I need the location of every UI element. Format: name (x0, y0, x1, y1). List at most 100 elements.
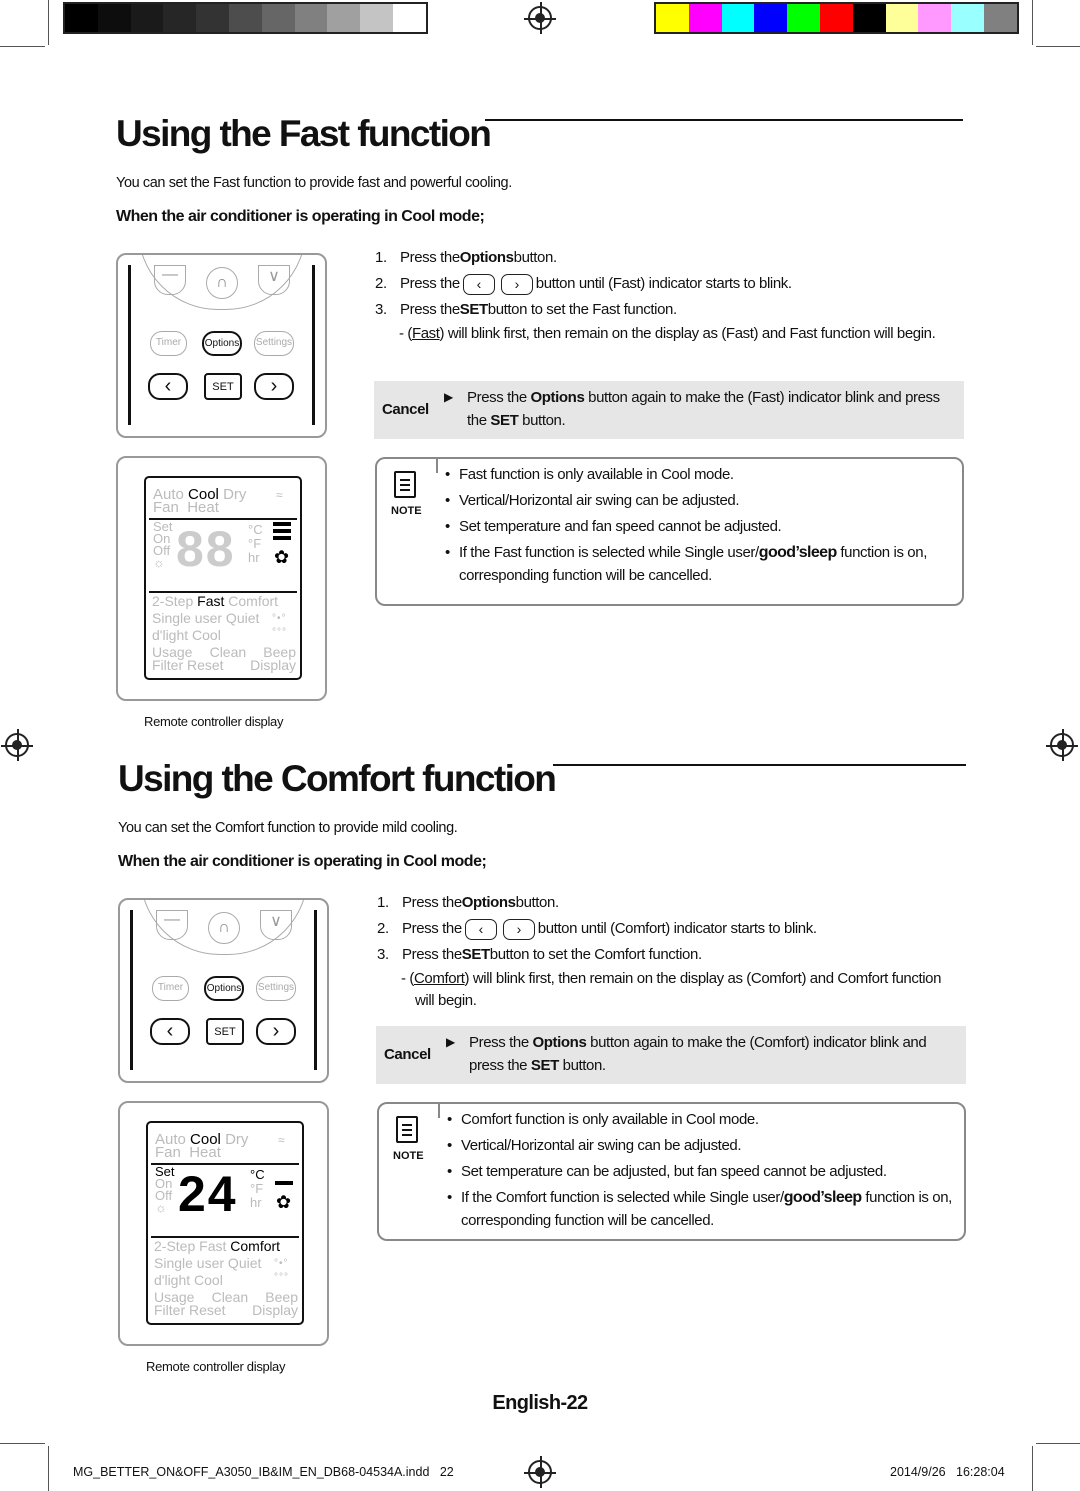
wifi-icon: ≈ (278, 1133, 285, 1147)
text-segment: button until (Fast) indicator starts to … (535, 275, 792, 292)
mode-heat: Heat (189, 1144, 221, 1161)
text-segment: Options (459, 249, 514, 266)
display-row: d'light Cool (154, 1272, 223, 1288)
temp-down-button[interactable]: — (156, 910, 188, 940)
airflow-button[interactable]: ∩ (206, 267, 238, 299)
text-segment: Set temperature and fan speed cannot be … (459, 518, 782, 535)
left-button[interactable]: ‹ (150, 1018, 190, 1045)
steps-list: 1. Press the Options button. 2. Press the ‹… (377, 890, 967, 1012)
unit-label: °F (250, 1181, 264, 1196)
text-segment: button. (513, 249, 557, 266)
step-item: 2. Press the ‹ › button until (Comfort) in… (377, 916, 967, 942)
text-segment: button until (Comfort) indicator starts … (537, 920, 817, 937)
temperature-digits: 24 (178, 1166, 238, 1222)
text-segment: SET (530, 1057, 559, 1074)
text-segment: good’sleep (783, 1189, 862, 1206)
display-row: Single user Quiet (152, 610, 260, 626)
text-segment: Fast (411, 325, 440, 342)
step-item: 1. Press the Options button. (377, 890, 967, 916)
options-button[interactable]: Options (202, 331, 242, 356)
cancel-label: Cancel (382, 401, 429, 418)
arrow-right-icon: ▶ (444, 390, 453, 404)
wifi-icon: ≈ (276, 488, 283, 502)
remote-controller: — ∩ ∨ Timer Options Settings ‹ SET › (116, 253, 327, 438)
airflow-button[interactable]: ∩ (208, 912, 240, 944)
note-box: NOTE Fast function is only available in C… (375, 457, 964, 606)
step-item: 1. Press the Options button. (375, 245, 965, 271)
timer-button[interactable]: Timer (150, 331, 187, 356)
display-caption: Remote controller display (146, 1359, 286, 1374)
text-segment: Vertical/Horizontal air swing can be adj… (461, 1137, 742, 1154)
text-segment: - ( (401, 970, 414, 987)
subheading: When the air conditioner is operating in… (116, 208, 485, 225)
temp-up-button[interactable]: ∨ (258, 265, 290, 295)
unit-label: °C (248, 522, 263, 537)
right-button[interactable]: › (254, 373, 294, 400)
left-arrow-button-icon: ‹ (464, 918, 497, 940)
mode-heat: Heat (187, 499, 219, 516)
unit-label: °F (248, 536, 262, 551)
function-fast: Fast (199, 1238, 227, 1254)
note-item: Set temperature can be adjusted, but fan… (447, 1160, 961, 1183)
settings-button[interactable]: Settings (256, 976, 296, 1001)
arrow-right-icon: ▶ (446, 1035, 455, 1049)
mode-fan: Fan (153, 499, 179, 516)
set-button[interactable]: SET (206, 1018, 244, 1045)
left-button[interactable]: ‹ (148, 373, 188, 400)
text-segment: good’sleep (758, 544, 837, 561)
good-sleep-icon: °•° °°° (274, 1258, 289, 1283)
timer-icon: ☼ (153, 555, 165, 570)
text-segment: If the Comfort function is selected whil… (461, 1189, 784, 1206)
function-2-step: 2-Step (154, 1238, 196, 1254)
right-button[interactable]: › (256, 1018, 296, 1045)
display-panel: Auto Cool Dry Fan Heat ≈ Set On Off ☼ 24 °C °F hr… (118, 1101, 329, 1346)
settings-button[interactable]: Settings (254, 331, 294, 356)
step-number: 3. (375, 301, 387, 318)
set-button[interactable]: SET (204, 373, 242, 400)
text-segment: Press the (469, 1034, 533, 1051)
note-box: NOTE Comfort function is only available i… (377, 1102, 966, 1241)
note-item: Comfort function is only available in Co… (447, 1108, 961, 1131)
lcd-display: Auto Cool Dry Fan Heat ≈ Set On Off ☼ 24 °C °F hr… (146, 1121, 304, 1325)
text-segment: Options (530, 389, 585, 406)
note-icon: NOTE (391, 471, 422, 524)
footer-datetime: 2014/9/26 16:28:04 (890, 1465, 1005, 1479)
text-segment: Press the (400, 275, 460, 292)
section-comfort-function: Using the Comfort function You can set th… (0, 645, 1080, 1374)
mode-dry: Dry (223, 486, 247, 503)
text-segment: Fast function is only available in Cool … (459, 466, 734, 483)
mode-dry: Dry (225, 1131, 249, 1148)
temp-up-button[interactable]: ∨ (260, 910, 292, 940)
fan-speed-bars (275, 1181, 293, 1188)
text-segment: button. (518, 412, 566, 429)
function-fast: Fast (197, 593, 225, 609)
text-segment: If the Fast function is selected while S… (459, 544, 759, 561)
display-label: Filter Reset (154, 1302, 226, 1318)
text-segment: - ( (399, 325, 412, 342)
text-segment: Comfort function is only available in Co… (461, 1111, 759, 1128)
display-row: d'light Cool (152, 627, 221, 643)
text-segment: Options (461, 894, 516, 911)
temperature-digits: 88 (176, 521, 236, 577)
text-segment: Options (532, 1034, 587, 1051)
step-number: 1. (375, 249, 387, 266)
text-segment: button to set the Fast function. (487, 301, 677, 318)
mode-fan: Fan (155, 1144, 181, 1161)
timer-icon: ☼ (155, 1200, 167, 1215)
step-item: 2. Press the ‹ › button until (Fast) indic… (375, 271, 965, 297)
section-title: Using the Comfort function (118, 758, 557, 799)
display-label: Display (252, 1302, 298, 1318)
registration-mark-icon (524, 1456, 556, 1488)
cancel-text: Press the Options button again to make t… (467, 386, 957, 432)
unit-label: hr (250, 1195, 262, 1210)
timer-button[interactable]: Timer (152, 976, 189, 1001)
function-comfort: Comfort (230, 1238, 281, 1254)
temp-down-button[interactable]: — (154, 265, 186, 295)
step-item: 3. Press the SET button to set the Fast f… (375, 297, 965, 323)
cancel-box: Cancel ▶ Press the Options button again to… (374, 381, 964, 439)
unit-label: hr (248, 550, 260, 565)
step-number: 2. (375, 275, 387, 292)
text-segment: Press the (400, 249, 460, 266)
section-fast-function: Using the Fast function You can set the F… (0, 0, 1080, 729)
options-button[interactable]: Options (204, 976, 244, 1001)
